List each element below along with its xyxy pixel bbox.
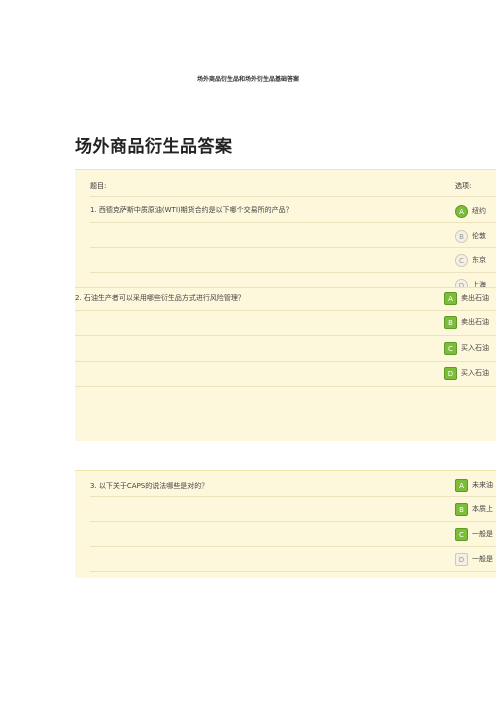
question-panel-1 [75, 169, 496, 299]
option-a-badge: A [455, 204, 468, 218]
option-c-badge: C [455, 527, 468, 541]
q3-option-a[interactable]: A 未来油 [455, 478, 493, 492]
option-c-text: 买入石油 [461, 344, 489, 352]
q1-option-c[interactable]: C 东京 [455, 253, 486, 267]
row-divider [75, 310, 496, 311]
option-a-text: 未来油 [472, 481, 493, 489]
option-b-badge: B [444, 315, 457, 329]
q2-option-a[interactable]: A 卖出石油 [444, 291, 489, 305]
page-title: 场外商品衍生品答案 [75, 137, 233, 157]
option-c-text: 一般是 [472, 530, 493, 538]
document-header: 场外商品衍生品和场外衍生品基础答案 [196, 76, 299, 83]
row-divider [90, 521, 496, 522]
option-d-badge: D [455, 552, 468, 566]
option-c-badge: C [455, 253, 468, 267]
option-c-badge: C [444, 341, 457, 355]
row-divider [90, 496, 496, 497]
q3-option-b[interactable]: B 本质上 [455, 502, 493, 516]
row-divider [75, 335, 496, 336]
options-column-header: 选项: [455, 182, 472, 190]
question-2-text: 2. 石油生产者可以采用哪些衍生品方式进行风险管理？ [75, 294, 245, 302]
option-a-badge: A [455, 478, 468, 492]
q2-option-d[interactable]: D 买入石油 [444, 366, 489, 380]
row-divider [90, 247, 496, 248]
row-divider [75, 386, 496, 387]
option-b-text: 卖出石油 [461, 318, 489, 326]
option-c-text: 东京 [472, 256, 486, 264]
option-b-badge: B [455, 502, 468, 516]
option-a-badge: A [444, 291, 457, 305]
q1-option-a[interactable]: A 纽约 [455, 204, 486, 218]
option-b-badge: B [455, 229, 468, 243]
option-a-text: 纽约 [472, 207, 486, 215]
option-b-text: 本质上 [472, 505, 493, 513]
q1-option-b[interactable]: B 伦敦 [455, 229, 486, 243]
question-3-text: 3. 以下关于CAPS的说法哪些是对的？ [90, 482, 209, 490]
row-divider [90, 196, 496, 197]
row-divider [75, 361, 496, 362]
row-divider [90, 222, 496, 223]
option-d-badge: D [444, 366, 457, 380]
q2-option-b[interactable]: B 卖出石油 [444, 315, 489, 329]
option-b-text: 伦敦 [472, 232, 486, 240]
option-d-text: 买入石油 [461, 369, 489, 377]
question-column-header: 题目: [90, 182, 107, 190]
row-divider [90, 546, 496, 547]
option-d-text: 一般是 [472, 555, 493, 563]
q3-option-d[interactable]: D 一般是 [455, 552, 493, 566]
option-a-text: 卖出石油 [461, 294, 489, 302]
q3-option-c[interactable]: C 一般是 [455, 527, 493, 541]
question-1-text: 1. 西德克萨斯中质原油(WTI)期货合约是以下哪个交易所的产品？ [90, 206, 293, 214]
q2-option-c[interactable]: C 买入石油 [444, 341, 489, 355]
row-divider [90, 571, 496, 572]
row-divider [90, 272, 496, 273]
